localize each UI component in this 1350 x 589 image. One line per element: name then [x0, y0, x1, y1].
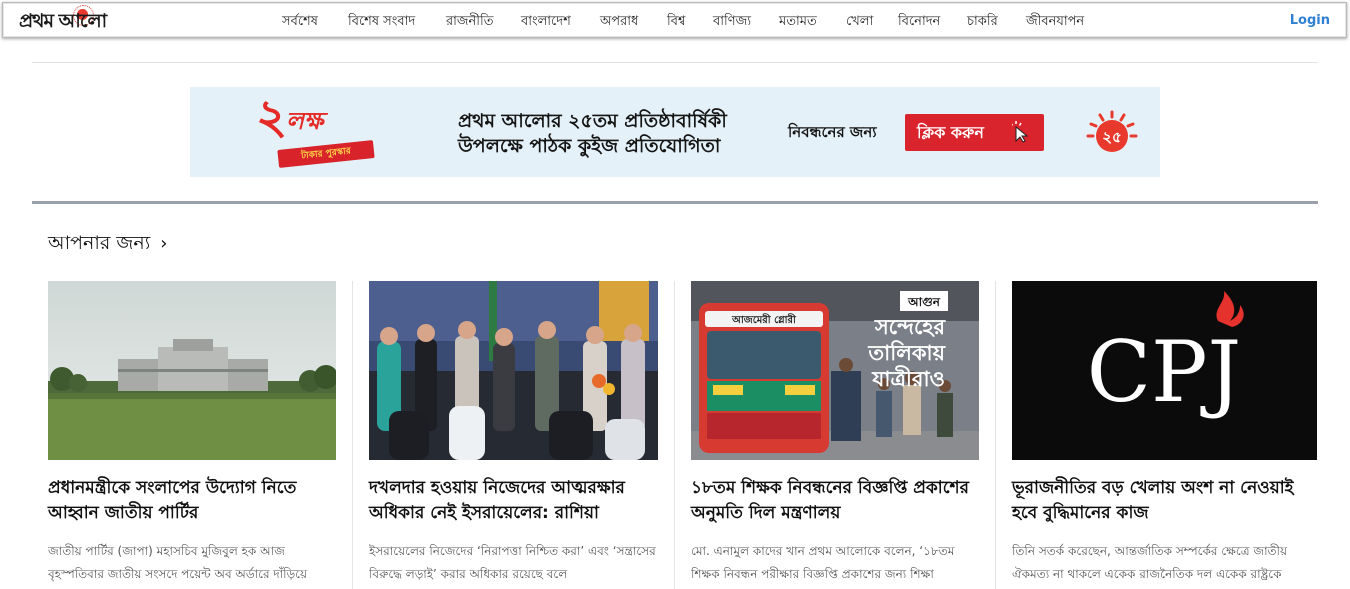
parliament-photo[interactable] — [48, 281, 336, 460]
news-card[interactable]: প্রধানমন্ত্রীকে সংলাপের উদ্যোগ নিতে আহ্ব… — [48, 281, 338, 589]
nav-item-politics[interactable]: রাজনীতি — [446, 12, 494, 33]
nav-item-entertainment[interactable]: বিনোদন — [898, 12, 940, 33]
news-card-title[interactable]: ভূরাজনীতির বড় খেলায় অংশ না নেওয়াই হবে… — [1012, 476, 1317, 526]
card-separator — [674, 281, 675, 589]
overlay-line: সন্দেহের — [874, 315, 947, 339]
bus-fire-photo[interactable]: আজমেরী গ্লোরী আগুন সন্দেহের তালিকায় যাত… — [691, 281, 979, 460]
card-separator — [352, 281, 353, 589]
bus-route-sign: আজমেরী গ্লোরী — [731, 312, 797, 326]
banner-headline: প্রথম আলোর ২৫তম প্রতিষ্ঠাবার্ষিকী উপলক্ষ… — [458, 110, 727, 157]
overlay-tag: আগুন — [907, 295, 941, 309]
click-here-button[interactable]: ক্লিক করুন — [905, 114, 1044, 151]
news-card[interactable]: CPJ ভূরাজনীতির বড় খেলায় অংশ না নেওয়াই… — [1012, 281, 1317, 589]
nav-item-special-news[interactable]: বিশেষ সংবাদ — [348, 12, 415, 33]
press-event-photo[interactable] — [369, 281, 658, 460]
news-card-title[interactable]: দখলদার হওয়ায় নিজেদের আত্মরক্ষার অধিকার… — [369, 476, 659, 526]
news-card-summary: মো. এনামুল কাদের খান প্রথম আলোকে বলেন, ‘… — [691, 544, 955, 581]
cpj-logo-text: CPJ — [1087, 323, 1241, 421]
card-separator — [995, 281, 996, 589]
register-label: নিবন্ধনের জন্য — [788, 123, 877, 141]
news-card-title[interactable]: প্রধানমন্ত্রীকে সংলাপের উদ্যোগ নিতে আহ্ব… — [48, 476, 338, 526]
nav-item-business[interactable]: বাণিজ্য — [713, 12, 751, 33]
nav-item-crime[interactable]: অপরাধ — [600, 12, 638, 33]
news-card-summary: জাতীয় পার্টির (জাপা) মহাসচিব মুজিবুল হক… — [48, 544, 308, 581]
nav-item-bangladesh[interactable]: বাংলাদেশ — [521, 12, 571, 33]
anniversary-sun-icon: ২৫ — [1086, 110, 1138, 152]
nav-item-jobs[interactable]: চাকরি — [967, 12, 998, 33]
overlay-line: যাত্রীরাও — [871, 365, 945, 391]
quiz-banner-ad[interactable]: ২ লক্ষ টাকার পুরস্কার প্রথম আলোর ২৫তম প্… — [190, 87, 1160, 177]
login-link[interactable]: Login — [1290, 13, 1330, 28]
prize-badge: ২ লক্ষ টাকার পুরস্কার — [256, 93, 376, 171]
nav-item-opinion[interactable]: মতামত — [779, 12, 817, 33]
nav-item-lifestyle[interactable]: জীবনযাপন — [1026, 12, 1084, 33]
news-card-summary: তিনি সতর্ক করেছেন, আন্তর্জাতিক সম্পর্কের… — [1012, 544, 1288, 581]
nav-item-world[interactable]: বিশ্ব — [667, 12, 685, 33]
site-logo[interactable]: প্রথম আলো — [19, 5, 147, 34]
nav-item-latest[interactable]: সর্বশেষ — [282, 12, 318, 33]
section-title-for-you[interactable]: আপনার জন্য › — [48, 229, 168, 261]
prize-ribbon: টাকার পুরস্কার — [277, 140, 375, 168]
pointer-cursor-icon — [1012, 121, 1029, 143]
overlay-line: তালিকায় — [867, 340, 946, 365]
cpj-logo-image[interactable]: CPJ — [1012, 281, 1317, 460]
anniversary-mark: ২৫ — [1102, 128, 1122, 146]
chevron-right-icon: › — [160, 233, 168, 254]
news-card[interactable]: আজমেরী গ্লোরী আগুন সন্দেহের তালিকায় যাত… — [691, 281, 981, 589]
news-card-summary: ইসরায়েলের নিজেদের ‘নিরাপত্তা নিশ্চিত কর… — [369, 544, 656, 581]
news-card-title[interactable]: ১৮তম শিক্ষক নিবন্ধনের বিজ্ঞপ্তি প্রকাশের… — [691, 476, 979, 526]
nav-item-sports[interactable]: খেলা — [846, 12, 873, 33]
section-divider — [32, 201, 1318, 204]
header-divider — [32, 62, 1318, 63]
site-header: প্রথম আলো সর্বশেষ বিশেষ সংবাদ রাজনীতি বা… — [2, 2, 1347, 38]
news-card[interactable]: দখলদার হওয়ায় নিজেদের আত্মরক্ষার অধিকার… — [369, 281, 659, 589]
